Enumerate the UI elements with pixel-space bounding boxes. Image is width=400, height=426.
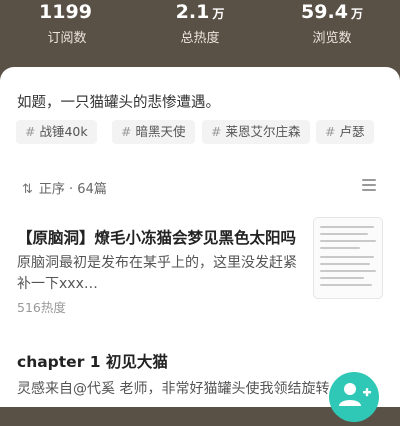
chapter-heat: 516热度 <box>17 300 66 315</box>
chapter-thumbnail <box>313 217 383 299</box>
add-user-icon <box>339 383 371 406</box>
hash-icon: # <box>25 124 36 139</box>
hash-icon: # <box>211 124 222 139</box>
stat-label: 总热度 <box>180 31 220 46</box>
collection-card: 如题，一只猫罐头的悲惨遭遇。 # 战锤40k # 暗黑天使 # 莱恩艾尔庄森 # 卢瑟 … <box>0 67 400 407</box>
hash-icon: # <box>121 124 132 139</box>
chapter-title: chapter 1 初见大猫 <box>17 353 168 371</box>
stat-value: 59.4 万 <box>301 1 363 23</box>
stat-value: 2.1 万 <box>175 1 225 23</box>
stat-label: 浏览数 <box>312 31 352 46</box>
stat-label: 订阅数 <box>47 31 87 46</box>
stat-value: 1199 <box>39 1 92 23</box>
list-view-icon[interactable] <box>362 179 376 191</box>
add-user-button[interactable] <box>329 372 379 422</box>
sort-label: 正序 · 64篇 <box>38 182 107 197</box>
chapter-title: 【原脑洞】燎毛小冻猫会梦见黑色太阳吗 <box>17 229 297 247</box>
stats-bar: 1199 订阅数 2.1 万 总热度 59.4 万 浏览数 <box>0 0 400 62</box>
tag-chip[interactable]: # 卢瑟 <box>316 120 374 144</box>
chapter-excerpt: 原脑洞最初是发布在某乎上的，这里没发赶紧补一下xxx… <box>17 255 297 292</box>
tag-chip[interactable]: # 暗黑天使 <box>112 120 195 144</box>
sort-toggle[interactable]: ⇅ 正序 · 64篇 <box>22 178 107 197</box>
tag-chip[interactable]: # 莱恩艾尔庄森 <box>202 120 310 144</box>
hash-icon: # <box>325 124 336 139</box>
chapter-excerpt: 灵感来自@代奚 老师，非常好猫罐头使我领结旋转 <box>17 381 330 397</box>
sort-order-icon: ⇅ <box>22 182 33 197</box>
tag-chip[interactable]: # 战锤40k <box>16 120 97 144</box>
collection-intro: 如题，一只猫罐头的悲惨遭遇。 <box>17 95 220 111</box>
